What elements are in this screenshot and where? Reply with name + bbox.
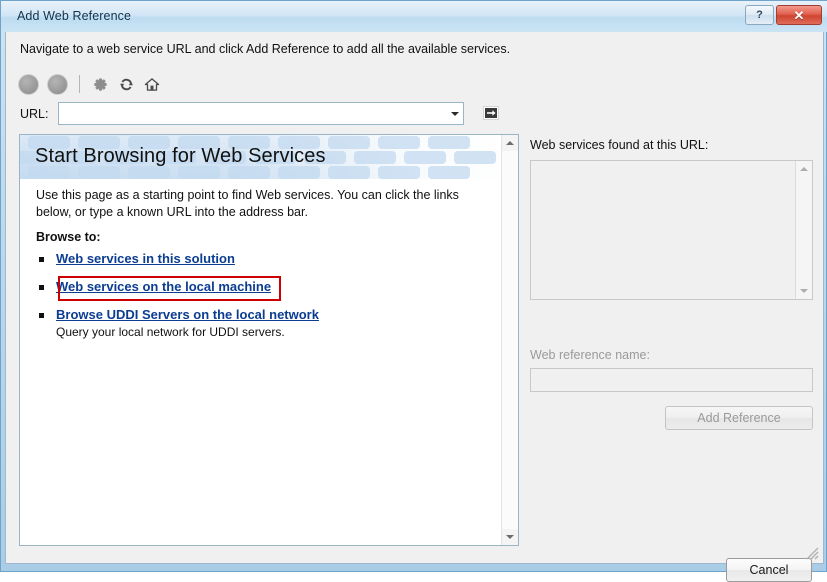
forward-icon[interactable] [47,73,68,95]
browse-to-heading: Browse to: [36,230,101,244]
cancel-button[interactable]: Cancel [726,558,812,582]
link-web-services-on-local-machine[interactable]: Web services on the local machine [56,279,271,294]
scroll-down-icon[interactable] [502,529,518,545]
url-input[interactable] [59,104,446,123]
web-services-found-label: Web services found at this URL: [530,138,709,152]
results-panel: Web services found at this URL: Web refe… [530,134,815,582]
web-services-found-list[interactable] [530,160,813,300]
link-browse-uddi-servers[interactable]: Browse UDDI Servers on the local network [56,307,319,322]
bullet-icon [39,285,44,290]
instruction-text: Navigate to a web service URL and click … [20,42,511,56]
page-header-banner: Start Browsing for Web Services [20,135,507,179]
web-reference-name-label: Web reference name: [530,348,650,362]
page-description: Use this page as a starting point to fin… [36,188,459,219]
list-item: Web services on the local machine [36,278,476,296]
refresh-icon[interactable] [115,73,137,95]
chevron-down-icon[interactable] [446,103,463,124]
url-combobox[interactable] [58,102,464,125]
browse-link-list: Web services in this solution Web servic… [36,250,476,349]
close-icon: ✕ [793,7,805,23]
list-item: Web services in this solution [36,250,476,268]
help-button[interactable]: ? [745,5,774,25]
browser-vertical-scrollbar[interactable] [501,135,518,545]
url-label: URL: [20,107,49,121]
dialog-client-area: Navigate to a web service URL and click … [5,32,824,582]
window-controls: ? ✕ [745,5,822,25]
add-reference-button[interactable]: Add Reference [665,406,813,430]
url-bar: URL: [18,102,501,128]
bullet-icon [39,313,44,318]
window-title: Add Web Reference [17,9,132,23]
scroll-down-icon[interactable] [796,283,812,299]
stop-icon[interactable] [89,73,111,95]
scroll-up-icon[interactable] [796,161,812,177]
results-vertical-scrollbar[interactable] [795,161,812,299]
uddi-sub-description: Query your local network for UDDI server… [56,325,285,339]
page-title: Start Browsing for Web Services [35,145,326,167]
home-icon[interactable] [141,73,163,95]
web-browser-panel: Start Browsing for Web Services Use this… [19,134,519,546]
add-web-reference-dialog: Add Web Reference ? ✕ Navigate to a web … [0,0,827,582]
list-item: Browse UDDI Servers on the local network… [36,306,476,339]
title-bar: Add Web Reference ? ✕ [1,1,827,32]
link-web-services-in-this-solution[interactable]: Web services in this solution [56,251,235,266]
question-mark-icon: ? [756,9,763,21]
toolbar-separator [79,75,80,93]
web-reference-name-input[interactable] [530,368,813,392]
close-button[interactable]: ✕ [776,5,822,25]
scroll-up-icon[interactable] [502,135,518,151]
navigation-toolbar [18,70,167,98]
go-button[interactable] [481,104,501,122]
resize-grip[interactable] [804,545,820,561]
back-icon[interactable] [18,73,39,95]
bullet-icon [39,257,44,262]
